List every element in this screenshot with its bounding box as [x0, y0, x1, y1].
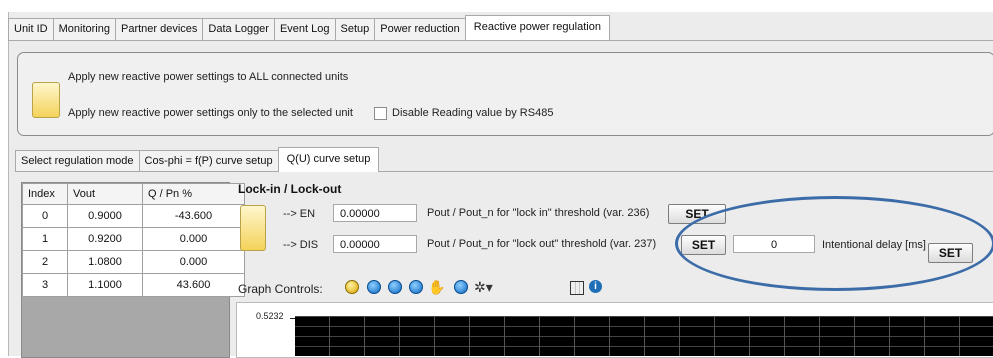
- graph-controls-label: Graph Controls:: [238, 282, 323, 296]
- disable-rs485-label: Disable Reading value by RS485: [392, 107, 554, 119]
- table-row[interactable]: 2 1.0800 0.000: [22, 250, 245, 274]
- table-cell[interactable]: 1: [22, 227, 68, 251]
- tab-event-log[interactable]: Event Log: [273, 18, 336, 40]
- zoom-reset-icon[interactable]: [409, 280, 423, 294]
- table-cell[interactable]: 1.1000: [67, 273, 143, 297]
- table-cell[interactable]: 3: [22, 273, 68, 297]
- tab-divider: [8, 40, 993, 41]
- lock-in-threshold-description: Pout / Pout_n for "lock in" threshold (v…: [427, 207, 650, 219]
- info-icon[interactable]: i: [589, 280, 602, 293]
- lock-toggle-icon[interactable]: [240, 205, 266, 251]
- sub-tab-divider: [15, 171, 993, 172]
- table-cell[interactable]: 43.600: [142, 273, 245, 297]
- zoom-out-icon[interactable]: [388, 280, 402, 294]
- lock-out-dis-label: --> DIS: [283, 239, 319, 251]
- tab-cos-phi-curve-setup[interactable]: Cos-phi = f(P) curve setup: [138, 150, 279, 172]
- table-cell[interactable]: 2: [22, 250, 68, 274]
- table-cell[interactable]: 0.9200: [67, 227, 143, 251]
- graph-plot-area[interactable]: [295, 316, 993, 356]
- table-cell[interactable]: 0: [22, 204, 68, 228]
- table-cell[interactable]: 1.0800: [67, 250, 143, 274]
- tab-select-regulation-mode[interactable]: Select regulation mode: [15, 150, 140, 172]
- tab-partner-devices[interactable]: Partner devices: [114, 18, 204, 40]
- lock-in-threshold-input[interactable]: 0.00000: [333, 204, 417, 222]
- table-row[interactable]: 3 1.1000 43.600: [22, 273, 245, 297]
- grid-toggle-icon[interactable]: [570, 281, 584, 295]
- tab-unit-id[interactable]: Unit ID: [8, 18, 54, 40]
- graph-auto-icon[interactable]: [345, 280, 359, 294]
- lock-out-threshold-description: Pout / Pout_n for "lock out" threshold (…: [427, 238, 657, 250]
- disable-rs485-checkbox[interactable]: [374, 107, 387, 120]
- table-row[interactable]: 1 0.9200 0.000: [22, 227, 245, 251]
- lock-section-title: Lock-in / Lock-out: [238, 182, 342, 196]
- lock-in-en-label: --> EN: [283, 208, 316, 220]
- table-cell[interactable]: 0.9000: [67, 204, 143, 228]
- apply-settings-group: [17, 52, 993, 136]
- apply-button-icon[interactable]: [32, 82, 60, 118]
- table-row[interactable]: 0 0.9000 -43.600: [22, 204, 245, 228]
- table-cell[interactable]: 0.000: [142, 227, 245, 251]
- tab-reactive-power-regulation[interactable]: Reactive power regulation: [464, 15, 610, 40]
- tab-data-logger[interactable]: Data Logger: [202, 18, 275, 40]
- tab-setup[interactable]: Setup: [334, 18, 376, 40]
- back-icon[interactable]: [454, 280, 468, 294]
- table-header-row: Index Vout Q / Pn %: [22, 183, 245, 205]
- apply-all-units-label: Apply new reactive power settings to ALL…: [68, 71, 349, 83]
- tab-qu-curve-setup[interactable]: Q(U) curve setup: [277, 147, 380, 172]
- tab-power-reduction[interactable]: Power reduction: [374, 18, 466, 40]
- col-header-q-pn[interactable]: Q / Pn %: [142, 183, 245, 205]
- table-cell[interactable]: 0.000: [142, 250, 245, 274]
- tab-monitoring[interactable]: Monitoring: [52, 18, 116, 40]
- table-cell[interactable]: -43.600: [142, 204, 245, 228]
- col-header-vout[interactable]: Vout: [67, 183, 143, 205]
- main-tab-bar: Unit ID Monitoring Partner devices Data …: [8, 15, 610, 40]
- sub-tab-bar: Select regulation mode Cos-phi = f(P) cu…: [15, 147, 380, 172]
- settings-gear-icon[interactable]: ✲▾: [474, 279, 493, 296]
- highlight-ellipse: [675, 196, 993, 291]
- pan-hand-icon[interactable]: ✋: [428, 279, 445, 296]
- qu-curve-table: Index Vout Q / Pn % 0 0.9000 -43.600 1 0…: [22, 183, 245, 297]
- apply-selected-unit-label: Apply new reactive power settings only t…: [68, 107, 353, 119]
- zoom-in-icon[interactable]: [367, 280, 381, 294]
- col-header-index[interactable]: Index: [22, 183, 68, 205]
- y-axis-top-label: 0.5232: [256, 311, 284, 321]
- lock-out-threshold-input[interactable]: 0.00000: [333, 235, 417, 253]
